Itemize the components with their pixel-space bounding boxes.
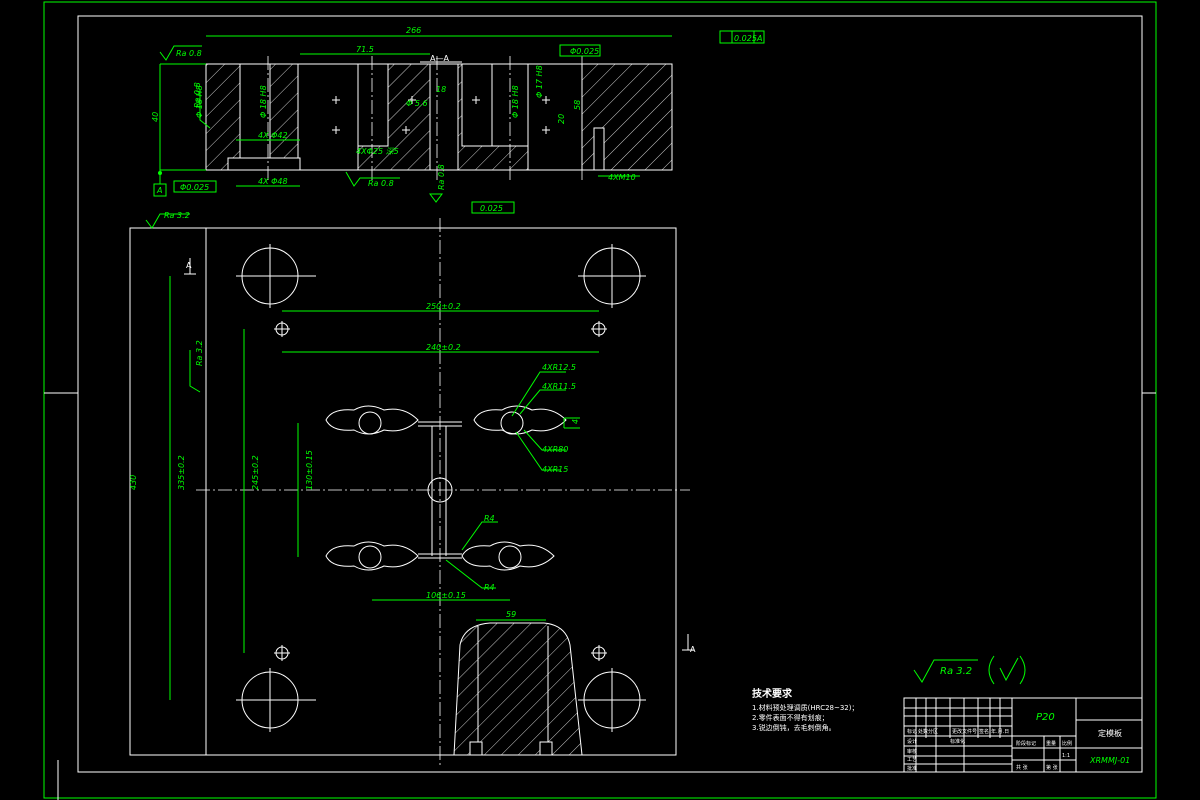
- dim-overall-width: 266: [406, 26, 421, 35]
- dim-center: 71.5: [356, 45, 374, 54]
- dim-106: 106±0.15: [426, 591, 466, 600]
- tolerance-right: Φ0.025: [570, 47, 599, 56]
- radius-6: R4: [484, 583, 495, 592]
- hole-dim-5: Φ 5.6: [406, 99, 428, 108]
- notes-item-3: 3.锐边倒钝，去毛刺倒角。: [752, 723, 836, 732]
- title-material: P20: [1036, 712, 1055, 723]
- svg-text:共 张: 共 张: [1016, 764, 1028, 771]
- dim-59: 59: [506, 610, 516, 619]
- svg-text:阶段标记: 阶段标记: [1016, 740, 1036, 747]
- roughness-bottom: Ra 0.8: [368, 179, 394, 188]
- datum-label: A: [156, 186, 162, 195]
- svg-text:比例: 比例: [1062, 740, 1072, 747]
- hole-dim-6: 58: [573, 100, 582, 110]
- technical-notes: 技术要求 1.材料预处理调质(HRC28~32)； 2.零件表面不得有划痕； 3…: [752, 687, 859, 732]
- title-block: P20 定模板 XRMMJ-01 标记 处数 分区 更改文件号 签名 年.月.日…: [903, 697, 1143, 773]
- thread-callout: 4XM10: [608, 173, 636, 182]
- tolerance-top: 0.025: [734, 34, 757, 43]
- svg-text:标准化: 标准化: [950, 738, 965, 745]
- dim-small: 4: [571, 419, 580, 424]
- roughness-side: Ra 0.8: [193, 82, 202, 108]
- radius-4: 4XR15: [542, 465, 568, 474]
- svg-text:签名: 签名: [979, 728, 989, 735]
- dim-250: 250±0.2: [426, 302, 461, 311]
- radius-3: 4XR80: [542, 445, 568, 454]
- svg-text:重量: 重量: [1046, 740, 1056, 747]
- svg-text:年.月.日: 年.月.日: [991, 728, 1009, 735]
- dim-18: 18: [436, 85, 446, 94]
- dim-130: 130±0.15: [305, 450, 314, 490]
- svg-text:工艺: 工艺: [907, 757, 917, 763]
- svg-text:Ra 3.2: Ra 3.2: [940, 666, 972, 677]
- dim-240: 240±0.2: [426, 343, 461, 352]
- hole-dim-3: Φ 18 H8: [511, 85, 520, 118]
- tolerance-left: Φ0.025: [180, 183, 209, 192]
- dim-335: 335±0.2: [177, 455, 186, 490]
- roughness-plan: Ra 3.2: [164, 211, 190, 220]
- svg-text:A: A: [756, 34, 762, 43]
- hole-dim-7: 20: [557, 114, 566, 124]
- roughness-plan-side: Ra 3.2: [195, 340, 204, 366]
- svg-text:处数: 处数: [918, 728, 928, 735]
- general-roughness-symbol: Ra 3.2: [913, 655, 1026, 685]
- svg-text:第 张: 第 张: [1046, 764, 1058, 771]
- svg-text:更改文件号: 更改文件号: [952, 728, 977, 735]
- cad-drawing-sheet: 266 71.5 A—A 18 40 4X Φ42 4X Φ48 Φ 18 H8…: [43, 1, 1157, 800]
- radius-2: 4XR11.5: [542, 382, 576, 391]
- hole-dim-8: Φ 17 H8: [535, 65, 544, 98]
- dim-245: 245±0.2: [251, 455, 260, 490]
- svg-text:1:1: 1:1: [1062, 753, 1070, 759]
- dim-width: 430: [129, 475, 138, 490]
- title-part-name: 定模板: [1098, 728, 1122, 738]
- notes-item-1: 1.材料预处理调质(HRC28~32)；: [752, 703, 859, 712]
- notes-item-2: 2.零件表面不得有划痕；: [752, 713, 829, 722]
- roughness-top: Ra 0.8: [176, 49, 202, 58]
- roughness-center: Ra 0.8: [437, 164, 446, 190]
- svg-text:审核: 审核: [907, 748, 917, 755]
- radius-5: R4: [484, 514, 495, 523]
- tolerance-center: 0.025: [480, 204, 503, 213]
- svg-text:标记: 标记: [907, 728, 917, 735]
- hole-dim-4: 4XΦ25 深5: [356, 147, 399, 156]
- section-marker-top: A: [186, 261, 192, 270]
- dim-holes-top: 4X Φ42: [258, 131, 288, 140]
- dim-height: 40: [151, 112, 160, 122]
- title-drawing-no: XRMMJ-01: [1089, 756, 1130, 765]
- section-view-a-a: 266 71.5 A—A 18 40 4X Φ42 4X Φ48 Φ 18 H8…: [151, 26, 765, 214]
- svg-text:设计: 设计: [907, 738, 917, 745]
- plan-view: 250±0.2 240±0.2 335±0.2 245±0.2 130±0.15…: [129, 211, 696, 765]
- dim-holes-bottom: 4X Φ48: [258, 177, 288, 186]
- svg-text:分区: 分区: [928, 728, 938, 735]
- hole-dim-2: Φ 18 H8: [259, 85, 268, 118]
- svg-text:批准: 批准: [907, 765, 917, 772]
- radius-1: 4XR12.5: [542, 363, 576, 372]
- section-marker-bottom: A: [690, 645, 696, 654]
- notes-title: 技术要求: [752, 687, 793, 700]
